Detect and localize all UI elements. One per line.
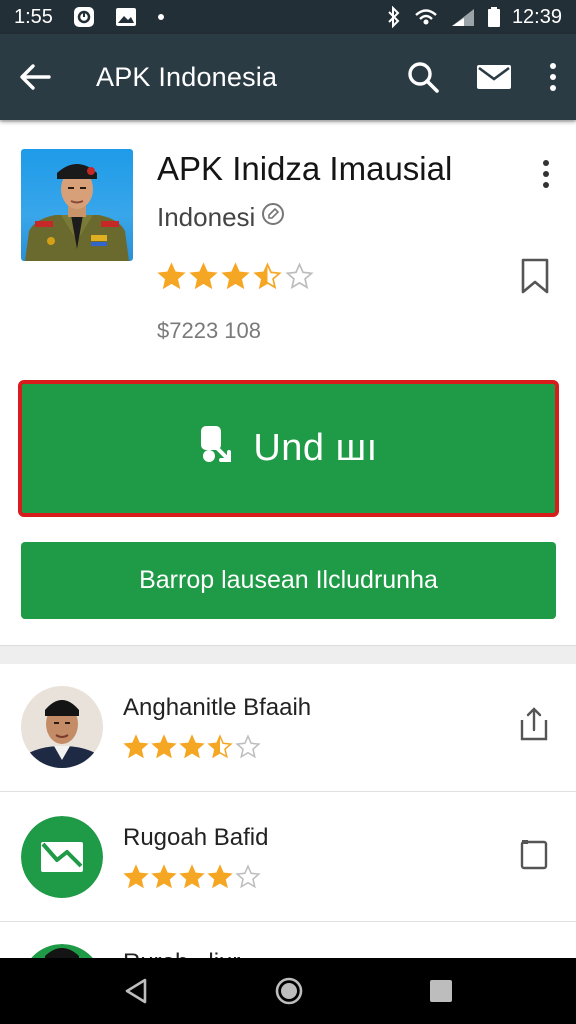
star-icon bbox=[151, 734, 177, 765]
bookmark-icon[interactable] bbox=[517, 256, 553, 296]
signal-icon bbox=[450, 7, 476, 27]
back-arrow-icon[interactable] bbox=[18, 62, 52, 92]
star-icon bbox=[179, 864, 205, 895]
star-icon bbox=[157, 262, 186, 296]
list-item-name: Rugoah Bafid bbox=[123, 824, 269, 851]
app-price: $7223 108 bbox=[157, 318, 261, 343]
square-outline-icon[interactable] bbox=[516, 834, 552, 874]
app-icon-image bbox=[21, 149, 133, 261]
avatar bbox=[21, 816, 103, 898]
bluetooth-icon bbox=[386, 6, 402, 28]
status-time-right: 12:39 bbox=[511, 5, 562, 28]
nav-back-icon[interactable] bbox=[123, 977, 149, 1005]
app-overflow-menu-icon[interactable] bbox=[532, 156, 560, 192]
list-item-rating bbox=[123, 734, 261, 765]
nav-home-icon[interactable] bbox=[274, 976, 304, 1006]
install-button[interactable]: Und шı bbox=[18, 380, 559, 517]
nav-recents-icon[interactable] bbox=[429, 979, 453, 1003]
app-rating bbox=[157, 262, 314, 296]
wifi-icon bbox=[414, 7, 438, 27]
app-name: APK Inidza Imausial bbox=[157, 150, 453, 187]
star-icon bbox=[207, 864, 233, 895]
related-apps-list: Anghanitle Bfaaih Rugoah Bafid Ruroh...l… bbox=[0, 664, 576, 960]
system-nav-bar bbox=[0, 958, 576, 1024]
star-icon bbox=[253, 262, 282, 296]
star-icon bbox=[285, 262, 314, 296]
developer-name[interactable]: Indonesi bbox=[157, 202, 285, 233]
app-detail-card: APK Inidza Imausial Indonesi $7223 108 U… bbox=[0, 122, 576, 646]
star-icon bbox=[235, 864, 261, 895]
list-item[interactable]: Rugoah Bafid bbox=[0, 794, 576, 922]
toolbar-title: APK Indonesia bbox=[96, 61, 278, 92]
install-button-label: Und шı bbox=[253, 427, 378, 469]
list-item-name: Anghanitle Bfaaih bbox=[123, 694, 312, 721]
star-icon bbox=[123, 864, 149, 895]
star-icon bbox=[123, 734, 149, 765]
search-icon[interactable] bbox=[406, 60, 440, 94]
star-icon bbox=[179, 734, 205, 765]
list-item-rating bbox=[123, 864, 261, 895]
dot-notification-icon bbox=[157, 13, 165, 21]
avatar bbox=[21, 686, 103, 768]
app-toolbar: APK Indonesia bbox=[0, 34, 576, 120]
developer-label: Indonesi bbox=[157, 202, 256, 232]
star-icon bbox=[151, 864, 177, 895]
battery-icon bbox=[487, 7, 500, 27]
image-notification-icon bbox=[115, 7, 137, 27]
secondary-action-button[interactable]: Barrop lausean Ilcludrunha bbox=[21, 542, 556, 619]
star-icon bbox=[221, 262, 250, 296]
verified-badge-icon bbox=[261, 202, 285, 233]
install-icon bbox=[199, 424, 239, 473]
mail-icon[interactable] bbox=[476, 63, 512, 91]
status-bar: 1:55 12:39 bbox=[0, 0, 576, 34]
share-icon[interactable] bbox=[516, 704, 552, 744]
star-icon bbox=[207, 734, 233, 765]
list-item[interactable]: Anghanitle Bfaaih bbox=[0, 664, 576, 792]
app-notification-icon bbox=[73, 6, 95, 28]
star-icon bbox=[235, 734, 261, 765]
more-vert-icon[interactable] bbox=[548, 62, 558, 92]
status-time-left: 1:55 bbox=[14, 5, 53, 28]
star-icon bbox=[189, 262, 218, 296]
